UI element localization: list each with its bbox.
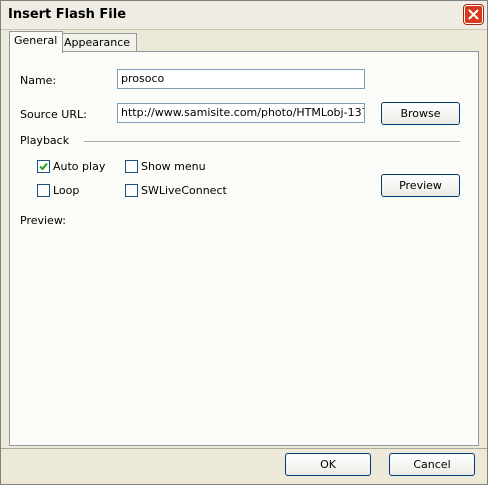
autoplay-checkbox[interactable] xyxy=(37,160,50,173)
preview-button[interactable]: Preview xyxy=(381,174,460,197)
general-panel: Name: prosoco Source URL: http://www.sam… xyxy=(9,51,479,446)
cancel-button[interactable]: Cancel xyxy=(389,453,475,476)
swliveconnect-label: SWLiveConnect xyxy=(141,184,227,197)
checkmark-icon xyxy=(39,162,48,171)
close-icon xyxy=(468,9,479,20)
name-label: Name: xyxy=(20,74,57,87)
playback-group-label: Playback xyxy=(20,134,70,147)
browse-button[interactable]: Browse xyxy=(381,102,460,125)
tab-general[interactable]: General xyxy=(9,31,63,53)
tab-appearance-label: Appearance xyxy=(64,36,131,49)
playback-separator xyxy=(84,141,460,143)
name-field[interactable]: prosoco xyxy=(117,69,365,89)
showmenu-label: Show menu xyxy=(141,160,206,173)
autoplay-label: Auto play xyxy=(53,160,106,173)
tab-general-label: General xyxy=(14,34,58,47)
preview-area xyxy=(20,232,460,437)
preview-label: Preview: xyxy=(20,214,66,227)
source-url-label: Source URL: xyxy=(20,108,87,121)
swliveconnect-checkbox[interactable] xyxy=(125,184,138,197)
dialog-title: Insert Flash File xyxy=(8,7,127,22)
source-url-field[interactable]: http://www.samisite.com/photo/HTMLobj-13… xyxy=(117,103,365,123)
insert-flash-dialog: Insert Flash File General Appearance Nam… xyxy=(0,0,488,485)
footer-separator xyxy=(1,448,487,449)
showmenu-checkbox[interactable] xyxy=(125,160,138,173)
tab-appearance[interactable]: Appearance xyxy=(59,33,137,52)
loop-label: Loop xyxy=(53,184,80,197)
loop-checkbox[interactable] xyxy=(37,184,50,197)
title-bar[interactable]: Insert Flash File xyxy=(1,1,487,30)
close-button[interactable] xyxy=(464,5,483,24)
ok-button[interactable]: OK xyxy=(285,453,371,476)
